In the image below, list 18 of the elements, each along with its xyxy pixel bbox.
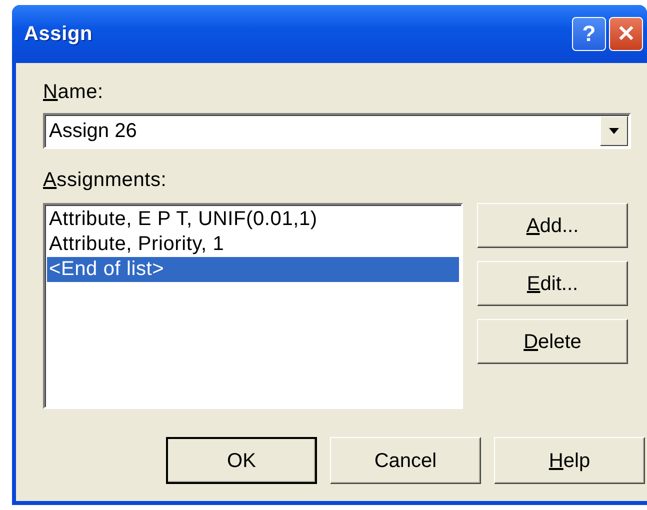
caret-icon <box>609 128 619 134</box>
side-button[interactable]: Add... <box>477 203 628 248</box>
close-button[interactable]: ✕ <box>609 17 643 51</box>
dialog-button[interactable]: OK <box>166 437 317 484</box>
name-label: Name: <box>43 80 104 105</box>
dialog-button[interactable]: Cancel <box>330 437 481 484</box>
dialog-button[interactable]: Help <box>494 437 645 484</box>
help-button[interactable]: ? <box>572 17 606 51</box>
assignments-list[interactable]: Attribute, E P T, UNIF(0.01,1) Attribute, Priority, 1 <End of list> <box>43 203 463 409</box>
side-button[interactable]: Edit... <box>477 261 628 306</box>
name-combo-box[interactable]: Assign 26 <box>43 113 631 149</box>
side-button[interactable]: Delete <box>477 319 628 364</box>
list-item[interactable]: <End of list> <box>47 257 459 282</box>
dropdown-button[interactable] <box>600 116 628 146</box>
assignments-label: Assignments: <box>43 168 167 193</box>
list-item[interactable]: Attribute, E P T, UNIF(0.01,1) <box>47 207 459 232</box>
window-title: Assign <box>24 22 94 47</box>
list-item[interactable]: Attribute, Priority, 1 <box>47 232 459 257</box>
